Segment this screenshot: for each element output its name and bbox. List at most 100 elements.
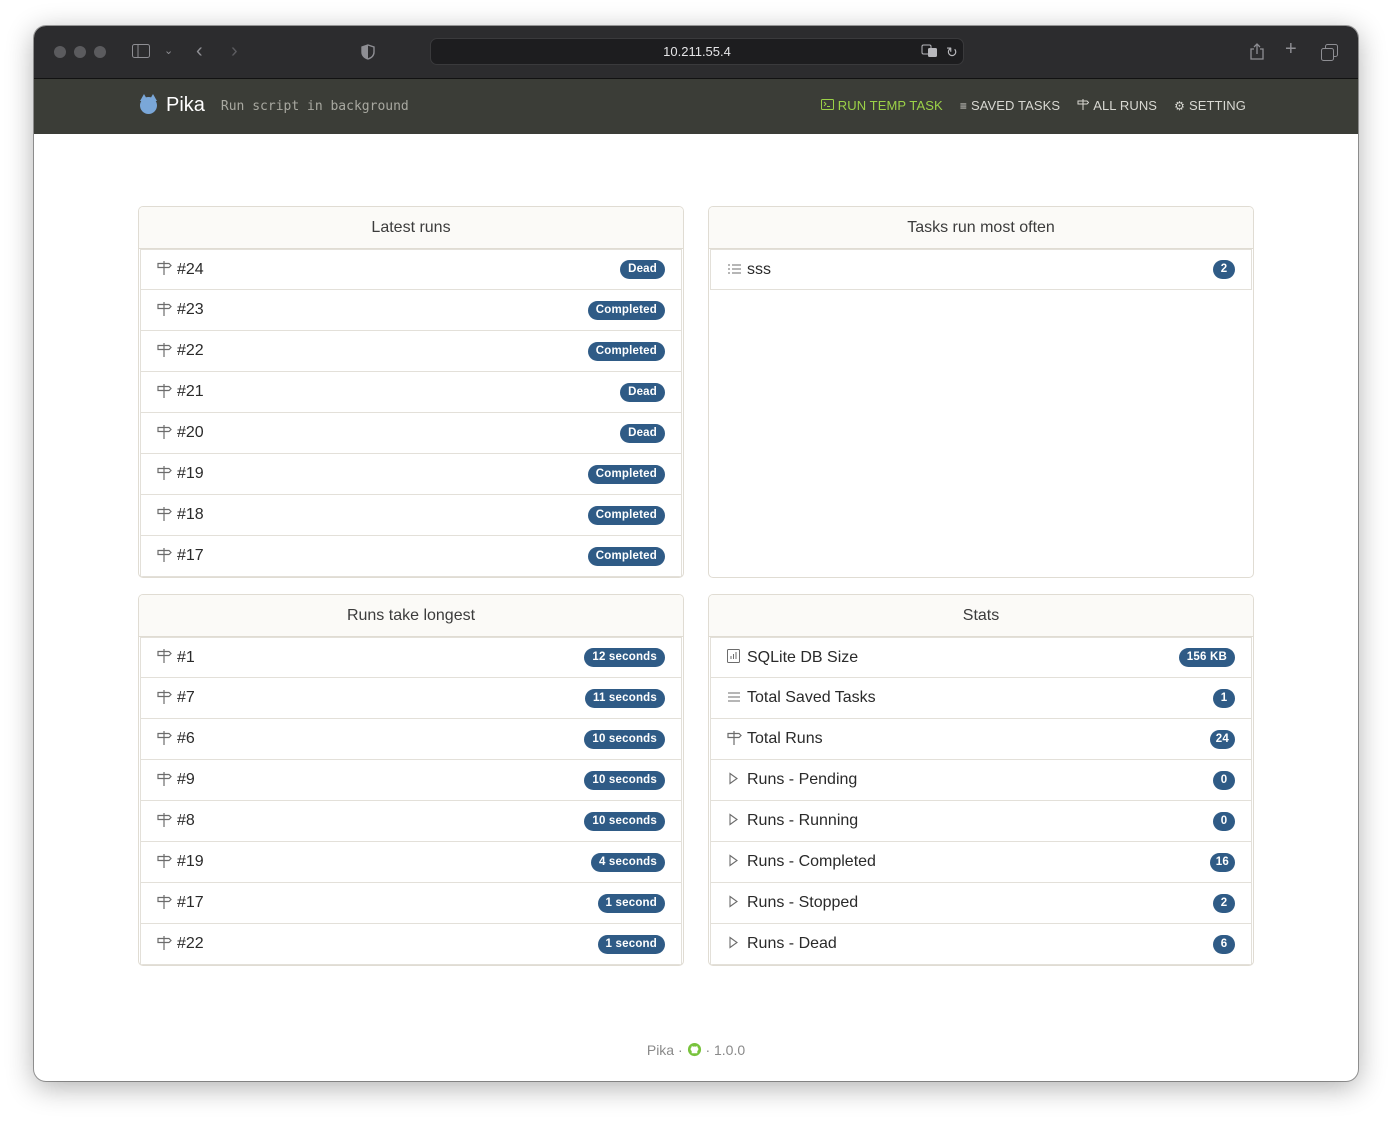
tasks-often-list: sss 2 [709, 249, 1253, 290]
play-icon [727, 813, 747, 829]
chevron-down-icon[interactable]: ⌄ [164, 43, 173, 59]
nav-link-label: SAVED TASKS [970, 98, 1061, 113]
list-item-left: Total Saved Tasks [727, 689, 876, 707]
stat-row[interactable]: SQLite DB Size 156 KB [710, 637, 1252, 678]
close-window-button[interactable] [54, 46, 66, 58]
footer: Pika · · 1.0.0 [34, 1042, 1358, 1058]
list-icon: ≡ [959, 98, 967, 113]
status-badge: 12 seconds [584, 648, 665, 667]
status-badge: 10 seconds [584, 729, 665, 749]
list-item-left: #9 [157, 771, 195, 790]
run-row[interactable]: #20 Dead [140, 413, 682, 454]
play-icon [727, 895, 747, 911]
brand[interactable]: Pika Run script in background [140, 94, 409, 117]
checklist-icon [727, 262, 747, 278]
list-item-left: #22 [157, 935, 204, 954]
stat-row[interactable]: Runs - Stopped 2 [710, 883, 1252, 924]
list-item-label: #23 [177, 301, 204, 318]
run-row[interactable]: #22 1 second [140, 924, 682, 965]
footer-separator: · [677, 1042, 683, 1058]
privacy-shield-icon[interactable] [361, 44, 375, 64]
run-row[interactable]: #8 10 seconds [140, 801, 682, 842]
status-badge: 6 [1213, 934, 1235, 954]
nav-link-label: RUN TEMP TASK [837, 98, 943, 113]
stat-row[interactable]: Runs - Completed 16 [710, 842, 1252, 883]
nav-all-runs[interactable]: ALL RUNS [1077, 98, 1157, 113]
stats-list: SQLite DB Size 156 KB Total Saved Tasks 1 To… [709, 637, 1253, 965]
reload-icon[interactable]: ↻ [946, 44, 958, 60]
status-badge: 1 second [597, 893, 665, 913]
signpost-icon [157, 547, 177, 566]
terminal-icon [820, 99, 834, 112]
list-item-left: #7 [157, 689, 195, 708]
chart-icon [727, 649, 747, 666]
footer-name[interactable]: Pika [647, 1042, 674, 1058]
status-badge: 2 [1213, 893, 1235, 913]
list-icon [727, 690, 747, 706]
run-row[interactable]: #7 11 seconds [140, 678, 682, 719]
address-bar[interactable]: 10.211.55.4 ↻ [430, 38, 964, 65]
list-item-label: SQLite DB Size [747, 648, 859, 666]
list-item-label: #8 [177, 812, 195, 829]
run-row[interactable]: #9 10 seconds [140, 760, 682, 801]
stat-row[interactable]: Total Saved Tasks 1 [710, 678, 1252, 719]
tasks-often-panel: Tasks run most often sss 2 [708, 206, 1254, 578]
play-icon [727, 936, 747, 952]
tab-overview-icon[interactable] [1321, 44, 1338, 65]
run-row[interactable]: #23 Completed [140, 290, 682, 331]
translate-icon[interactable] [921, 44, 939, 62]
stat-row[interactable]: Runs - Dead 6 [710, 924, 1252, 965]
stat-row[interactable]: Runs - Pending 0 [710, 760, 1252, 801]
gear-icon: ⚙ [1174, 98, 1185, 113]
nav-saved-tasks[interactable]: ≡ SAVED TASKS [960, 98, 1060, 113]
signpost-icon [157, 648, 177, 667]
status-badge: 4 seconds [590, 852, 665, 872]
status-badge: Completed [587, 464, 665, 484]
nav-link-label: ALL RUNS [1093, 98, 1158, 113]
minimize-window-button[interactable] [74, 46, 86, 58]
run-row[interactable]: #21 Dead [140, 372, 682, 413]
status-badge: Completed [587, 300, 665, 320]
footer-version: 1.0.0 [714, 1042, 746, 1058]
run-row[interactable]: #18 Completed [140, 495, 682, 536]
list-item-left: #22 [157, 342, 204, 361]
status-badge: 0 [1213, 811, 1235, 831]
status-badge: Dead [620, 260, 665, 279]
nav-link-label: SETTING [1188, 98, 1246, 113]
run-row[interactable]: #19 Completed [140, 454, 682, 495]
github-icon[interactable] [687, 1042, 706, 1058]
run-row[interactable]: #6 10 seconds [140, 719, 682, 760]
sidebar-toggle-icon[interactable] [132, 44, 150, 62]
play-icon [727, 772, 747, 788]
run-row[interactable]: #1 12 seconds [140, 637, 682, 678]
task-row[interactable]: sss 2 [710, 249, 1252, 290]
zoom-window-button[interactable] [94, 46, 106, 58]
back-arrow-icon[interactable]: ‹ [196, 41, 203, 61]
stat-row[interactable]: Runs - Running 0 [710, 801, 1252, 842]
new-tab-icon[interactable]: + [1285, 39, 1297, 59]
list-item-label: #21 [177, 383, 204, 400]
nav-setting[interactable]: ⚙ SETTING [1174, 98, 1246, 113]
stats-panel: Stats SQLite DB Size 156 KB Total Saved Ta… [708, 594, 1254, 966]
status-badge: Dead [620, 423, 665, 443]
run-row[interactable]: #17 Completed [140, 536, 682, 577]
stat-row[interactable]: Total Runs 24 [710, 719, 1252, 760]
pika-logo-icon [140, 94, 157, 114]
list-item-left: #19 [157, 853, 204, 872]
run-row[interactable]: #19 4 seconds [140, 842, 682, 883]
nav-run-temp-task[interactable]: RUN TEMP TASK [820, 98, 943, 113]
signpost-icon [157, 301, 177, 320]
share-icon[interactable] [1250, 43, 1264, 64]
run-row[interactable]: #24 Dead [140, 249, 682, 290]
status-badge: Completed [587, 341, 665, 361]
run-row[interactable]: #17 1 second [140, 883, 682, 924]
runs-longest-list: #1 12 seconds #7 11 seconds #6 10 seconds #9 10… [139, 637, 683, 965]
forward-arrow-icon[interactable]: › [231, 41, 238, 61]
list-item-left: #19 [157, 465, 204, 484]
nav-links: RUN TEMP TASK ≡ SAVED TASKS ALL RUNS ⚙ S… [820, 98, 1246, 113]
browser-toolbar: ⌄ ‹ › 10.211.55.4 ↻ + [34, 26, 1358, 79]
list-item-label: #1 [177, 648, 195, 666]
status-badge: 11 seconds [584, 688, 665, 708]
signpost-icon [157, 730, 177, 749]
run-row[interactable]: #22 Completed [140, 331, 682, 372]
